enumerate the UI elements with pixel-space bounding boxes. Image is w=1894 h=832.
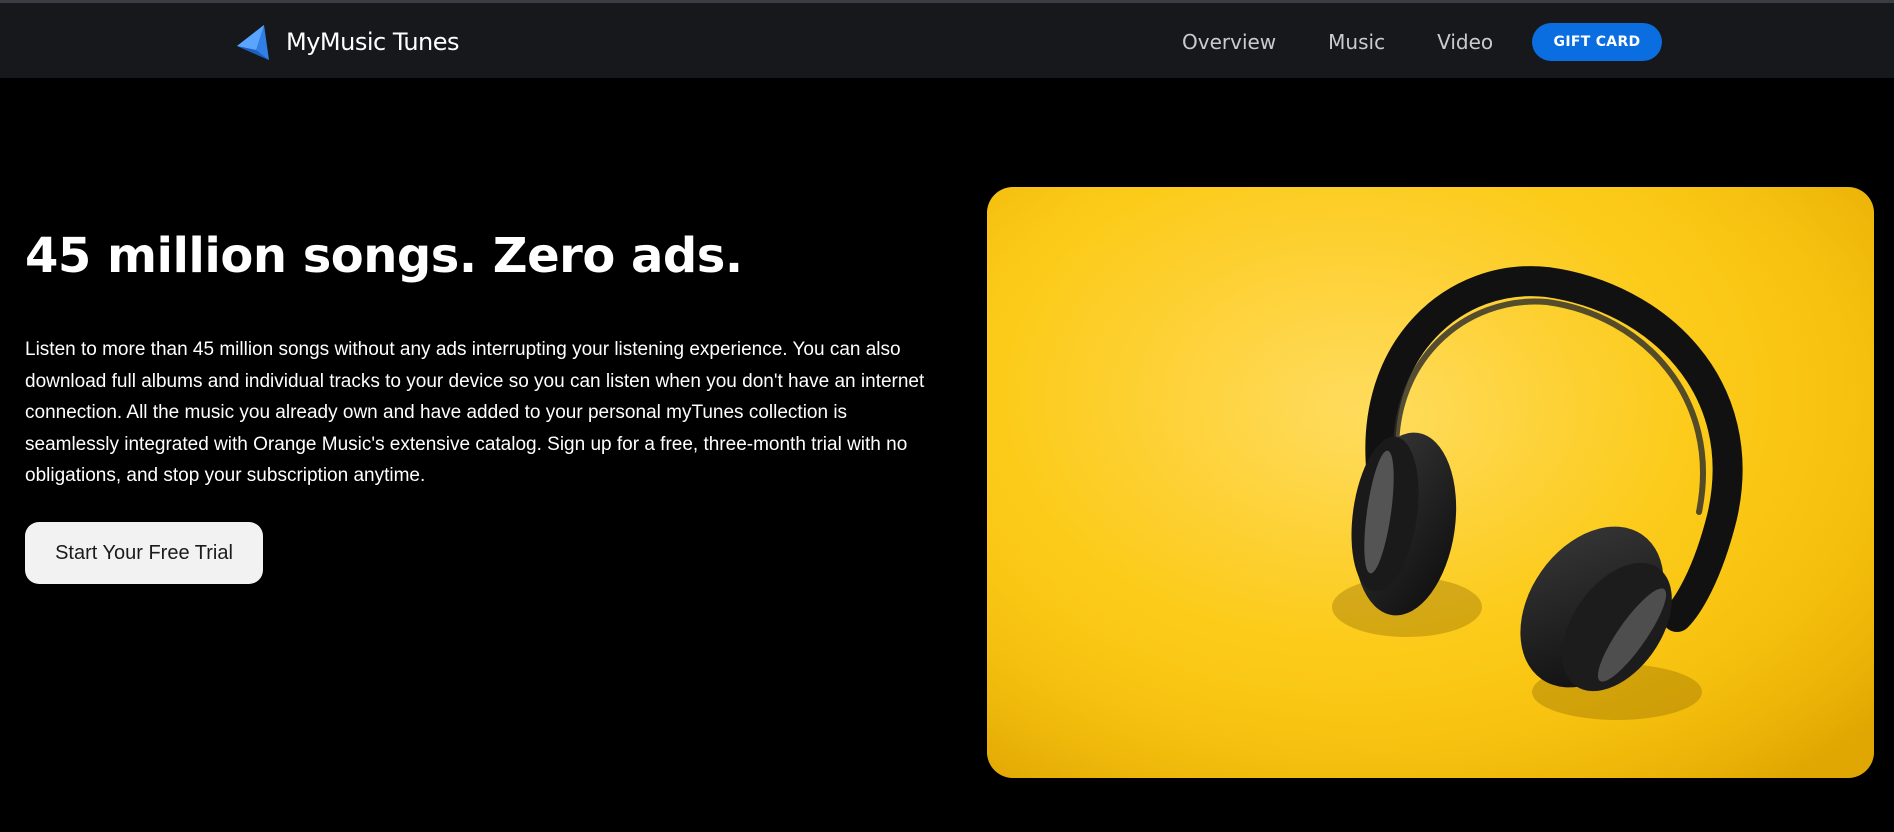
- nav-link-music[interactable]: Music: [1328, 30, 1385, 54]
- navbar: MyMusic Tunes Overview Music Video GIFT …: [0, 3, 1894, 78]
- nav-link-video[interactable]: Video: [1437, 30, 1493, 54]
- nav-links: Overview Music Video: [1182, 27, 1493, 57]
- gift-card-button[interactable]: GIFT CARD: [1532, 23, 1662, 61]
- brand-name: MyMusic Tunes: [286, 28, 460, 56]
- hero-title: 45 million songs. Zero ads.: [25, 228, 743, 284]
- start-free-trial-button[interactable]: Start Your Free Trial: [25, 522, 263, 584]
- hero-image: [987, 187, 1874, 778]
- brand-link[interactable]: MyMusic Tunes: [234, 22, 460, 62]
- nav-link-overview[interactable]: Overview: [1182, 30, 1276, 54]
- triangle-logo-icon: [237, 25, 269, 60]
- hero-description: Listen to more than 45 million songs wit…: [25, 339, 925, 486]
- headphones-image: [987, 187, 1874, 778]
